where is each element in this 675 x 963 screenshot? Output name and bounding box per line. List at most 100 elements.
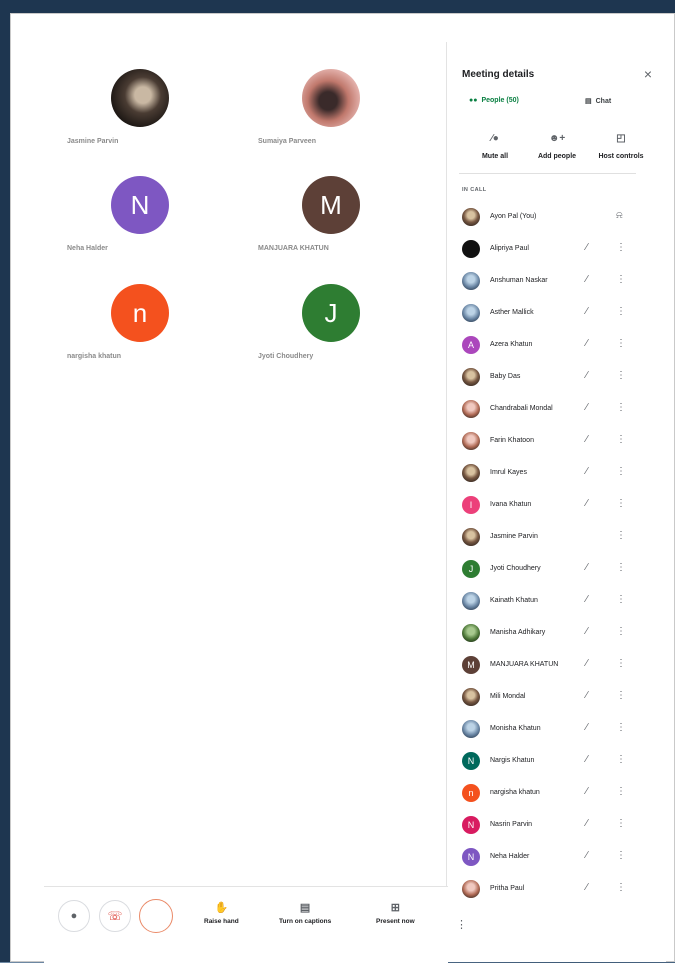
mic-off-icon[interactable]: ∕ bbox=[586, 306, 588, 317]
more-options-icon[interactable]: ⋮ bbox=[616, 850, 626, 861]
raise-hand-button[interactable]: ✋ Raise hand bbox=[204, 901, 239, 925]
more-options-icon[interactable]: ⋮ bbox=[616, 370, 626, 381]
more-options-icon[interactable]: ⋮ bbox=[616, 338, 626, 349]
participant-row[interactable]: n nargisha khatun ∕ ⋮ bbox=[447, 778, 666, 810]
mic-off-icon[interactable]: ∕ bbox=[586, 658, 588, 669]
participant-row[interactable]: Monisha Khatun ∕ ⋮ bbox=[447, 714, 666, 746]
mute-all-button[interactable]: ∕● Mute all bbox=[465, 133, 525, 160]
mic-off-icon[interactable]: ∕ bbox=[586, 594, 588, 605]
more-options-icon[interactable]: ⋮ bbox=[616, 530, 626, 541]
participant-name: Mili Mondal bbox=[490, 693, 526, 700]
video-tile[interactable]: N Neha Halder bbox=[56, 176, 206, 266]
participant-name: Baby Das bbox=[490, 373, 521, 380]
participant-row[interactable]: A Azera Khatun ∕ ⋮ bbox=[447, 330, 666, 362]
more-options-icon[interactable]: ⋮ bbox=[616, 402, 626, 413]
participant-name: Imrul Kayes bbox=[490, 469, 527, 476]
participant-row[interactable]: Jasmine Parvin ⋮ bbox=[447, 522, 666, 554]
participant-row[interactable]: Kainath Khatun ∕ ⋮ bbox=[447, 586, 666, 618]
more-options-icon[interactable]: ⋮ bbox=[616, 562, 626, 573]
mic-off-icon[interactable]: ∕ bbox=[586, 370, 588, 381]
avatar bbox=[111, 69, 169, 127]
participant-row[interactable]: N Neha Halder ∕ ⋮ bbox=[447, 842, 666, 874]
participant-row[interactable]: N Nasrin Parvin ∕ ⋮ bbox=[447, 810, 666, 842]
captions-button[interactable]: ▤ Turn on captions bbox=[279, 901, 331, 925]
more-options-icon[interactable]: ⋮ bbox=[616, 690, 626, 701]
mic-off-icon[interactable]: ∕ bbox=[586, 850, 588, 861]
participant-row[interactable]: Alipriya Paul ∕ ⋮ bbox=[447, 234, 666, 266]
present-now-button[interactable]: ⊞ Present now bbox=[376, 901, 415, 925]
panel-title: Meeting details bbox=[462, 69, 535, 80]
participant-row[interactable]: Mili Mondal ∕ ⋮ bbox=[447, 682, 666, 714]
mic-off-icon[interactable]: ∕ bbox=[586, 434, 588, 445]
bell-icon[interactable]: ⍾ bbox=[616, 210, 623, 221]
participant-row[interactable]: Manisha Adhikary ∕ ⋮ bbox=[447, 618, 666, 650]
more-options-icon[interactable]: ⋮ bbox=[616, 754, 626, 765]
participant-name: Nasrin Parvin bbox=[490, 821, 533, 828]
mic-off-icon[interactable]: ∕ bbox=[586, 402, 588, 413]
participant-row[interactable]: Ayon Pal (You) ⍾ bbox=[447, 202, 666, 234]
video-tile[interactable]: J Jyoti Choudhery bbox=[247, 284, 397, 374]
participant-row[interactable]: Farin Khatoon ∕ ⋮ bbox=[447, 426, 666, 458]
participant-row[interactable]: J Jyoti Choudhery ∕ ⋮ bbox=[447, 554, 666, 586]
participant-row[interactable]: Imrul Kayes ∕ ⋮ bbox=[447, 458, 666, 490]
video-tile[interactable]: M MANJUARA KHATUN bbox=[247, 176, 397, 266]
more-options-icon[interactable]: ⋮ bbox=[616, 722, 626, 733]
mic-off-icon[interactable]: ∕ bbox=[586, 274, 588, 285]
mic-off-icon[interactable]: ∕ bbox=[586, 242, 588, 253]
participant-name: Pritha Paul bbox=[490, 885, 525, 892]
participant-row[interactable]: Chandrabali Mondal ∕ ⋮ bbox=[447, 394, 666, 426]
mic-off-icon[interactable]: ∕ bbox=[586, 498, 588, 509]
raise-hand-icon: ✋ bbox=[214, 902, 229, 914]
more-options-icon[interactable]: ⋮ bbox=[616, 818, 626, 829]
participant-avatar bbox=[462, 720, 480, 738]
more-options-icon[interactable]: ⋮ bbox=[616, 594, 626, 605]
participant-row[interactable]: N Nargis Khatun ∕ ⋮ bbox=[447, 746, 666, 778]
more-options-icon[interactable]: ⋮ bbox=[616, 434, 626, 445]
more-options-icon[interactable]: ⋮ bbox=[616, 242, 626, 253]
mic-off-icon[interactable]: ∕ bbox=[586, 882, 588, 893]
more-options-icon[interactable]: ⋮ bbox=[616, 626, 626, 637]
add-people-button[interactable]: ☻+ Add people bbox=[527, 133, 587, 160]
video-tile[interactable]: n nargisha khatun bbox=[56, 284, 206, 374]
participant-row[interactable]: Pritha Paul ∕ ⋮ bbox=[447, 874, 666, 906]
mic-off-icon[interactable]: ∕ bbox=[586, 818, 588, 829]
more-options-icon[interactable]: ⋮ bbox=[616, 466, 626, 477]
mic-off-icon[interactable]: ∕ bbox=[586, 626, 588, 637]
close-icon[interactable]: × bbox=[644, 66, 652, 82]
more-options-icon[interactable]: ⋮ bbox=[616, 274, 626, 285]
participant-avatar: N bbox=[462, 752, 480, 770]
microphone-button[interactable]: ● bbox=[58, 900, 90, 932]
participant-row[interactable]: M MANJUARA KHATUN ∕ ⋮ bbox=[447, 650, 666, 682]
tab-chat[interactable]: ▤ Chat bbox=[585, 97, 612, 106]
more-options-icon[interactable]: ⋮ bbox=[616, 306, 626, 317]
participant-name: Neha Halder bbox=[67, 245, 108, 252]
participant-name: Ivana Khatun bbox=[490, 501, 532, 508]
tab-chat-label: Chat bbox=[595, 97, 612, 105]
video-tile[interactable]: Jasmine Parvin bbox=[56, 69, 206, 159]
tab-people[interactable]: ●● People (50) bbox=[469, 97, 519, 104]
mic-off-icon[interactable]: ∕ bbox=[586, 786, 588, 797]
participant-row[interactable]: Asther Mallick ∕ ⋮ bbox=[447, 298, 666, 330]
more-options-icon[interactable]: ⋮ bbox=[456, 918, 467, 931]
in-call-section-label: IN CALL bbox=[462, 187, 487, 193]
video-tile[interactable]: Sumaiya Parveen bbox=[247, 69, 397, 159]
present-label: Present now bbox=[376, 918, 415, 925]
host-controls-button[interactable]: ◰ Host controls bbox=[591, 133, 651, 160]
mic-off-icon[interactable]: ∕ bbox=[586, 338, 588, 349]
mic-off-icon[interactable]: ∕ bbox=[586, 722, 588, 733]
participant-row[interactable]: Anshuman Naskar ∕ ⋮ bbox=[447, 266, 666, 298]
more-options-icon[interactable]: ⋮ bbox=[616, 786, 626, 797]
camera-button[interactable] bbox=[139, 899, 173, 933]
mic-off-icon[interactable]: ∕ bbox=[586, 754, 588, 765]
more-options-icon[interactable]: ⋮ bbox=[616, 882, 626, 893]
participant-name: Anshuman Naskar bbox=[490, 277, 548, 284]
participant-row[interactable]: Baby Das ∕ ⋮ bbox=[447, 362, 666, 394]
end-call-button[interactable]: ☏ bbox=[99, 900, 131, 932]
more-options-icon[interactable]: ⋮ bbox=[616, 498, 626, 509]
mic-off-icon[interactable]: ∕ bbox=[586, 466, 588, 477]
participant-avatar bbox=[462, 880, 480, 898]
participant-row[interactable]: I Ivana Khatun ∕ ⋮ bbox=[447, 490, 666, 522]
mic-off-icon[interactable]: ∕ bbox=[586, 562, 588, 573]
more-options-icon[interactable]: ⋮ bbox=[616, 658, 626, 669]
mic-off-icon[interactable]: ∕ bbox=[586, 690, 588, 701]
